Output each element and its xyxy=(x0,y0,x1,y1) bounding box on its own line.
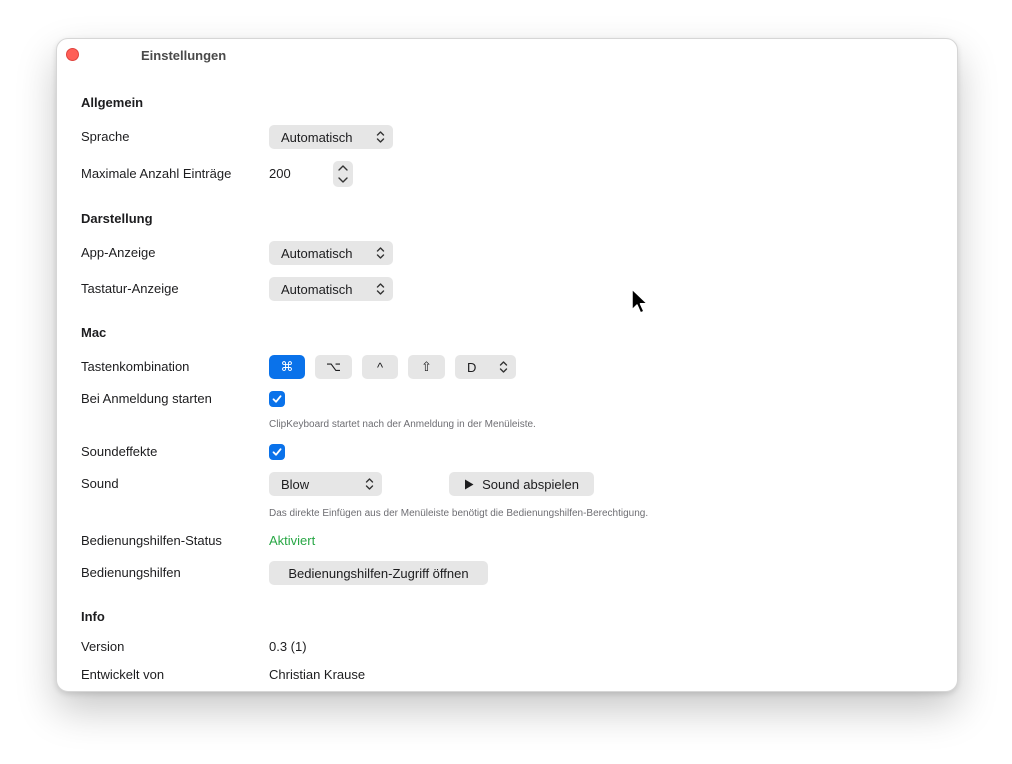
chevron-updown-icon xyxy=(376,247,385,259)
chevron-updown-icon xyxy=(376,131,385,143)
chevron-updown-icon xyxy=(499,361,508,373)
shortcut-option-toggle[interactable]: ⌥ xyxy=(315,355,352,379)
app-display-label: App-Anzeige xyxy=(81,245,156,260)
language-label: Sprache xyxy=(81,129,130,144)
settings-window: Einstellungen Allgemein Sprache Automati… xyxy=(56,38,958,692)
accessibility-status-label: Bedienungshilfen-Status xyxy=(81,533,222,548)
section-info-heading: Info xyxy=(81,609,105,624)
sound-label: Sound xyxy=(81,476,119,491)
window-title: Einstellungen xyxy=(141,48,227,63)
play-sound-button[interactable]: Sound abspielen xyxy=(449,472,594,496)
pointer-cursor-icon xyxy=(631,288,649,314)
accessibility-status-value: Aktiviert xyxy=(269,533,316,548)
sound-value: Blow xyxy=(281,476,310,492)
chevron-updown-icon xyxy=(376,283,385,295)
accessibility-label: Bedienungshilfen xyxy=(81,565,181,580)
shortcut-key-value: D xyxy=(467,359,477,375)
close-button[interactable] xyxy=(66,48,79,61)
chevron-updown-icon xyxy=(365,478,374,490)
play-icon xyxy=(465,479,474,489)
developer-value: Christian Krause xyxy=(269,667,366,682)
max-entries-value[interactable]: 200 xyxy=(269,166,291,181)
launch-at-login-checkbox[interactable] xyxy=(269,391,285,407)
section-mac-heading: Mac xyxy=(81,325,107,340)
version-value: 0.3 (1) xyxy=(269,639,307,654)
section-appearance-heading: Darstellung xyxy=(81,211,153,226)
sound-popup[interactable]: Blow xyxy=(269,472,382,496)
checkmark-icon xyxy=(272,395,282,403)
shortcut-control-toggle[interactable]: ^ xyxy=(362,355,398,379)
shortcut-shift-toggle[interactable]: ⇧ xyxy=(408,355,445,379)
keyboard-display-value: Automatisch xyxy=(281,281,353,297)
developer-label: Entwickelt von xyxy=(81,667,165,682)
keyboard-display-popup[interactable]: Automatisch xyxy=(269,277,393,301)
shortcut-label: Tastenkombination xyxy=(81,359,190,374)
max-entries-stepper[interactable] xyxy=(333,161,353,187)
shortcut-key-popup[interactable]: D xyxy=(455,355,516,379)
language-value: Automatisch xyxy=(281,129,353,145)
app-display-popup[interactable]: Automatisch xyxy=(269,241,393,265)
version-label: Version xyxy=(81,639,125,654)
launch-at-login-hint: ClipKeyboard startet nach der Anmeldung … xyxy=(269,419,536,430)
stepper-icon xyxy=(338,165,348,183)
launch-at-login-label: Bei Anmeldung starten xyxy=(81,391,212,406)
shortcut-command-toggle[interactable]: ⌘ xyxy=(269,355,305,379)
keyboard-display-label: Tastatur-Anzeige xyxy=(81,281,179,296)
max-entries-label: Maximale Anzahl Einträge xyxy=(81,166,232,181)
open-accessibility-button[interactable]: Bedienungshilfen-Zugriff öffnen xyxy=(269,561,488,585)
paste-permission-hint: Das direkte Einfügen aus der Menüleiste … xyxy=(269,508,649,519)
sound-effects-checkbox[interactable] xyxy=(269,444,285,460)
sound-effects-label: Soundeffekte xyxy=(81,444,158,459)
section-general-heading: Allgemein xyxy=(81,95,144,110)
language-popup[interactable]: Automatisch xyxy=(269,125,393,149)
play-sound-label: Sound abspielen xyxy=(482,476,579,492)
checkmark-icon xyxy=(272,448,282,456)
app-display-value: Automatisch xyxy=(281,245,353,261)
